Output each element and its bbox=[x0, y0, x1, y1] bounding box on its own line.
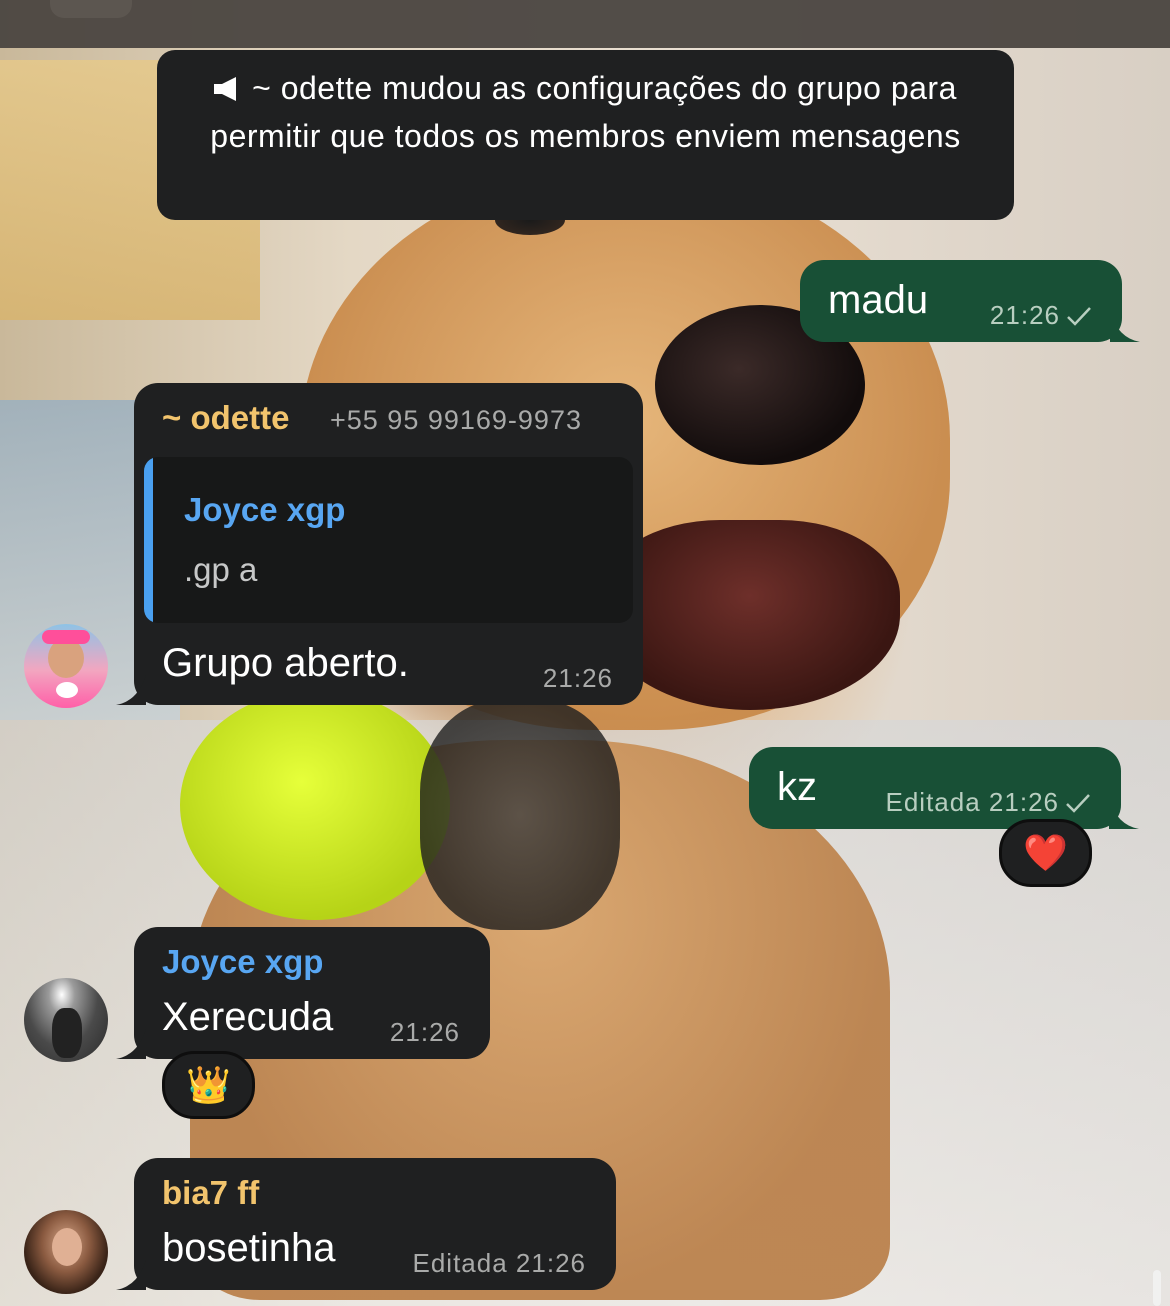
sender-name[interactable]: bia7 ff bbox=[162, 1174, 259, 1212]
back-button[interactable] bbox=[50, 0, 132, 18]
quoted-text: .gp a bbox=[184, 551, 258, 588]
bubble-tail bbox=[1110, 312, 1140, 342]
sender-phone: +55 95 99169-9973 bbox=[330, 405, 582, 435]
quote-bar bbox=[144, 457, 153, 623]
quoted-sender: Joyce xgp bbox=[184, 491, 346, 528]
chat-header bbox=[0, 0, 1170, 48]
message-text: Xerecuda bbox=[162, 995, 334, 1039]
message-time: 21:26 bbox=[542, 663, 613, 693]
message-time: 21:26 bbox=[990, 300, 1092, 331]
message-text: bosetinha bbox=[162, 1226, 336, 1270]
check-icon bbox=[1066, 794, 1090, 813]
system-message-text: ~ odette mudou as configurações do grupo… bbox=[210, 70, 961, 154]
bubble-tail bbox=[116, 1029, 146, 1059]
edited-label: Editada bbox=[412, 1248, 508, 1278]
avatar[interactable] bbox=[24, 1210, 108, 1294]
check-icon bbox=[1067, 307, 1091, 326]
message-bubble-incoming[interactable]: ~ odette +55 95 99169-9973 Joyce xgp .gp… bbox=[116, 383, 643, 705]
reaction-badge[interactable]: ❤️ bbox=[999, 819, 1092, 887]
message-bubble-outgoing[interactable]: madu 21:26 bbox=[800, 260, 1140, 342]
megaphone-muted-icon bbox=[214, 77, 237, 101]
edited-label: Editada bbox=[885, 787, 981, 817]
sender-name[interactable]: Joyce xgp bbox=[162, 943, 323, 981]
bubble-tail bbox=[1109, 799, 1139, 829]
message-time: Editada 21:26 bbox=[412, 1248, 586, 1278]
bubble-tail bbox=[116, 675, 146, 705]
bubble-tail bbox=[116, 1260, 146, 1290]
avatar[interactable] bbox=[24, 978, 108, 1062]
message-bubble-incoming[interactable]: bia7 ff bosetinha Editada 21:26 bbox=[116, 1158, 616, 1290]
message-text: kz bbox=[777, 765, 817, 809]
system-message: ~ odette mudou as configurações do grupo… bbox=[157, 50, 1014, 220]
message-text: madu bbox=[828, 278, 929, 322]
reaction-badge[interactable]: 👑 bbox=[162, 1051, 255, 1119]
avatar[interactable] bbox=[24, 624, 108, 708]
message-text: Grupo aberto. bbox=[162, 641, 409, 685]
message-bubble-outgoing[interactable]: kz Editada 21:26 bbox=[749, 747, 1139, 829]
quoted-message[interactable]: Joyce xgp .gp a bbox=[144, 457, 633, 623]
message-bubble-incoming[interactable]: Joyce xgp Xerecuda 21:26 bbox=[116, 927, 490, 1059]
message-time: 21:26 bbox=[389, 1017, 460, 1047]
message-time: Editada 21:26 bbox=[886, 787, 1092, 818]
sender-name[interactable]: ~ odette bbox=[162, 399, 289, 437]
scroll-indicator[interactable] bbox=[1153, 1270, 1161, 1306]
